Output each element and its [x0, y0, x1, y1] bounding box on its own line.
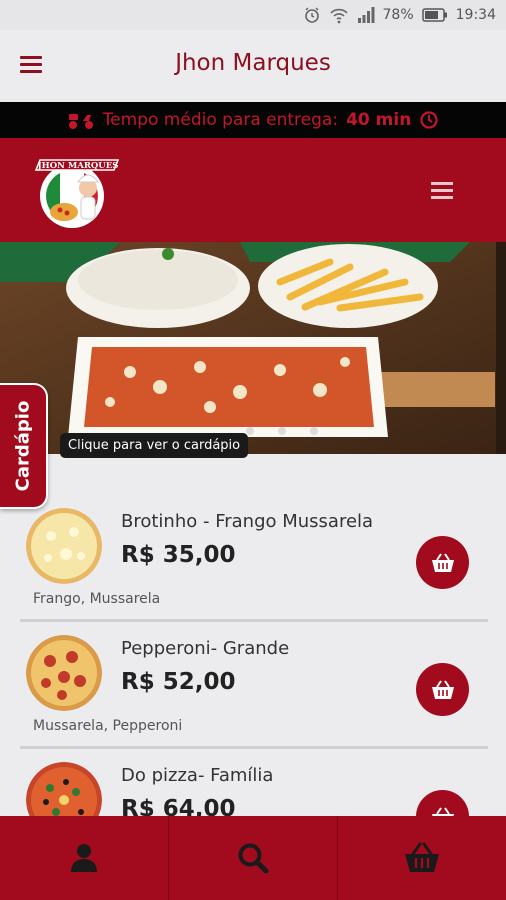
- list-item[interactable]: Brotinho - Frango Mussarela R$ 35,00 Fra…: [0, 454, 506, 622]
- pizza-thumbnail: [26, 635, 102, 711]
- product-name: Brotinho - Frango Mussarela: [121, 511, 374, 532]
- signal-icon: [357, 7, 375, 23]
- nav-basket-button[interactable]: [338, 816, 506, 900]
- hero-carousel[interactable]: [0, 242, 506, 454]
- menu-line: [431, 189, 453, 192]
- scooter-icon: [68, 114, 93, 129]
- delivery-time-banner: Tempo médio para entrega: 40 min: [0, 102, 506, 138]
- product-price: R$ 64,00: [121, 796, 236, 816]
- clock-time: 19:34: [455, 7, 496, 23]
- search-icon: [238, 843, 269, 874]
- battery-percent: 78%: [382, 7, 414, 23]
- product-price: R$ 35,00: [121, 542, 236, 568]
- brand-bar: JHON MARQUES: [0, 138, 506, 242]
- add-to-basket-button[interactable]: [416, 790, 469, 816]
- bottom-navigation: [0, 816, 506, 900]
- nav-account-button[interactable]: [0, 816, 168, 900]
- product-price: R$ 52,00: [121, 669, 236, 695]
- basket-icon: [405, 842, 439, 872]
- pizza-thumbnail: [26, 508, 102, 584]
- wifi-icon: [329, 8, 348, 24]
- product-list: Brotinho - Frango Mussarela R$ 35,00 Fra…: [0, 454, 506, 816]
- delivery-value: 40 min: [346, 110, 412, 130]
- alarm-icon: [304, 7, 319, 23]
- product-name: Do pizza- Família: [121, 765, 274, 786]
- list-item[interactable]: Pepperoni- Grande R$ 52,00 Mussarela, Pe…: [0, 581, 506, 749]
- basket-icon: [431, 679, 454, 699]
- logo-text: JHON MARQUES: [37, 161, 119, 171]
- menu-line: [431, 196, 453, 199]
- delivery-label: Tempo médio para entrega:: [102, 110, 339, 130]
- restaurant-logo: JHON MARQUES: [34, 159, 120, 228]
- menu-line: [431, 182, 453, 185]
- page-title: Jhon Marques: [175, 50, 331, 76]
- pizza-thumbnail: [26, 762, 102, 816]
- app-bar: Jhon Marques: [0, 30, 506, 102]
- basket-icon: [431, 806, 454, 816]
- nav-search-button[interactable]: [169, 816, 337, 900]
- brand-menu-button[interactable]: [431, 182, 453, 200]
- battery-icon: [421, 8, 447, 22]
- basket-icon: [431, 552, 454, 572]
- food-photo: [0, 242, 506, 454]
- user-icon: [71, 844, 97, 872]
- status-bar: 78% 19:34: [0, 0, 506, 30]
- product-name: Pepperoni- Grande: [121, 638, 290, 659]
- clock-icon: [420, 111, 438, 129]
- list-item[interactable]: Do pizza- Família R$ 64,00: [0, 708, 506, 816]
